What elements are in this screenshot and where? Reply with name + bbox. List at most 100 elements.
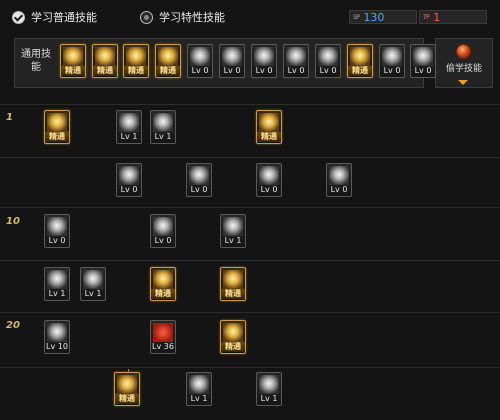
tree-skill-slot[interactable]: 精通 xyxy=(44,110,70,144)
tree-skill-slot[interactable]: Lv 0 xyxy=(150,214,176,248)
common-skill-slot[interactable]: 精通 xyxy=(155,44,181,78)
tp-tag: TP xyxy=(423,13,430,21)
skill-level-label: Lv 36 xyxy=(152,342,174,351)
skill-level-label: Lv 1 xyxy=(48,289,66,298)
common-skill-slot[interactable]: Lv 0 xyxy=(315,44,341,78)
skill-level-label: 精通 xyxy=(151,289,175,299)
skill-level-label: 精通 xyxy=(221,289,245,299)
figure-icon xyxy=(413,47,433,66)
common-skill-slot[interactable]: Lv 0 xyxy=(251,44,277,78)
tree-skill-slot[interactable]: 精通 xyxy=(150,267,176,301)
orb-icon xyxy=(456,44,471,59)
skill-level-label: Lv 0 xyxy=(48,236,66,245)
common-skills-label: 通用技能 xyxy=(21,49,51,73)
tab-normal-skills[interactable]: 学习普通技能 xyxy=(12,8,97,26)
skill-level-label: 精通 xyxy=(115,394,139,404)
common-skill-slot[interactable]: Lv 0 xyxy=(410,44,436,78)
claw-icon xyxy=(153,270,173,289)
skill-window: 学习普通技能 学习特性技能 SP 130 TP 1 通用技能 偷学技能 1 10… xyxy=(0,0,500,420)
mountain-icon xyxy=(318,47,338,66)
skill-level-label: Lv 0 xyxy=(191,66,209,75)
skill-level-label: 精通 xyxy=(61,66,85,76)
skill-level-label: 精通 xyxy=(348,66,372,76)
skill-level-label: Lv 0 xyxy=(260,185,278,194)
skill-level-label: 精通 xyxy=(257,132,281,142)
skill-level-label: 精通 xyxy=(45,132,69,142)
common-skill-slot[interactable]: Lv 0 xyxy=(187,44,213,78)
strongman-icon xyxy=(382,47,402,66)
tp-value: 1 xyxy=(433,10,441,24)
swift-slash-icon xyxy=(47,217,67,236)
sp-tag: SP xyxy=(353,13,360,21)
skill-level-label: Lv 1 xyxy=(154,132,172,141)
lunge-icon xyxy=(47,270,67,289)
tree-skill-slot[interactable]: Lv 10 xyxy=(44,320,70,354)
skill-level-label: Lv 1 xyxy=(120,132,138,141)
target-icon xyxy=(222,47,242,66)
sp-counter: SP 130 xyxy=(349,10,417,24)
skill-level-label: Lv 0 xyxy=(223,66,241,75)
tree-skill-slot[interactable]: Lv 0 xyxy=(256,163,282,197)
archer-icon xyxy=(259,375,279,394)
tree-skill-slot[interactable]: Lv 0 xyxy=(186,163,212,197)
tree-skill-slot[interactable]: Lv 0 xyxy=(116,163,142,197)
sp-value: 130 xyxy=(363,10,385,24)
skill-level-label: Lv 0 xyxy=(319,66,337,75)
tree-skill-slot[interactable]: Lv 1 xyxy=(44,267,70,301)
level-marker: 20 xyxy=(6,320,20,331)
triple-arrow-icon xyxy=(189,166,209,185)
tree-skill-slot[interactable]: Lv 0 xyxy=(326,163,352,197)
common-skill-slot[interactable]: 精通 xyxy=(60,44,86,78)
tree-skill-slot[interactable]: Lv 36 xyxy=(150,320,176,354)
tree-skill-slot[interactable]: 精通 xyxy=(114,372,140,406)
radio-icon xyxy=(140,10,153,24)
tab-trait-skills[interactable]: 学习特性技能 xyxy=(140,8,225,26)
leaf-burst-icon xyxy=(259,113,279,132)
tree-skill-slot[interactable]: Lv 1 xyxy=(80,267,106,301)
tree-skill-slot[interactable]: Lv 1 xyxy=(256,372,282,406)
skill-level-label: 精通 xyxy=(221,342,245,352)
skill-level-label: Lv 1 xyxy=(224,236,242,245)
slash-arc-icon xyxy=(119,113,139,132)
bow-icon xyxy=(63,47,83,66)
tree-skill-slot[interactable]: Lv 1 xyxy=(116,110,142,144)
shield-icon xyxy=(329,166,349,185)
tree-skill-slot[interactable]: Lv 0 xyxy=(44,214,70,248)
tree-skill-slot[interactable]: Lv 1 xyxy=(150,110,176,144)
spiral-icon xyxy=(350,47,370,66)
level-marker: 1 xyxy=(6,112,13,123)
common-skill-slot[interactable]: 精通 xyxy=(123,44,149,78)
pyramid-icon xyxy=(286,47,306,66)
skill-level-label: Lv 10 xyxy=(46,342,68,351)
common-skill-slot[interactable]: Lv 0 xyxy=(379,44,405,78)
crosshair-icon xyxy=(254,47,274,66)
tree-skill-slot[interactable]: Lv 1 xyxy=(186,372,212,406)
common-skill-slot[interactable]: 精通 xyxy=(347,44,373,78)
scroll-icon xyxy=(47,113,67,132)
tab-trait-label: 学习特性技能 xyxy=(159,11,225,24)
skill-level-label: 精通 xyxy=(156,66,180,76)
steal-skills-label: 偷学技能 xyxy=(445,64,482,74)
tree-skill-slot[interactable]: 精通 xyxy=(256,110,282,144)
skill-level-label: Lv 1 xyxy=(260,394,278,403)
skill-level-label: Lv 1 xyxy=(190,394,208,403)
skill-level-label: Lv 0 xyxy=(414,66,432,75)
skill-level-label: 精通 xyxy=(93,66,117,76)
row-divider xyxy=(0,157,500,158)
common-skill-slot[interactable]: Lv 0 xyxy=(219,44,245,78)
tree-skill-slot[interactable]: 精通 xyxy=(220,320,246,354)
common-skill-slot[interactable]: 精通 xyxy=(92,44,118,78)
kneel-slash-icon xyxy=(117,375,137,394)
skill-level-label: 精通 xyxy=(124,66,148,76)
skill-level-label: Lv 0 xyxy=(383,66,401,75)
red-vortex-icon xyxy=(153,323,173,342)
common-skill-slot[interactable]: Lv 0 xyxy=(283,44,309,78)
dash-icon xyxy=(83,270,103,289)
tree-skill-slot[interactable]: 精通 xyxy=(220,267,246,301)
wave-icon xyxy=(259,166,279,185)
skill-level-label: Lv 0 xyxy=(120,185,138,194)
tree-skill-slot[interactable]: Lv 1 xyxy=(220,214,246,248)
checked-radio-icon xyxy=(12,10,25,24)
skill-level-label: Lv 0 xyxy=(330,185,348,194)
tp-counter: TP 1 xyxy=(419,10,487,24)
